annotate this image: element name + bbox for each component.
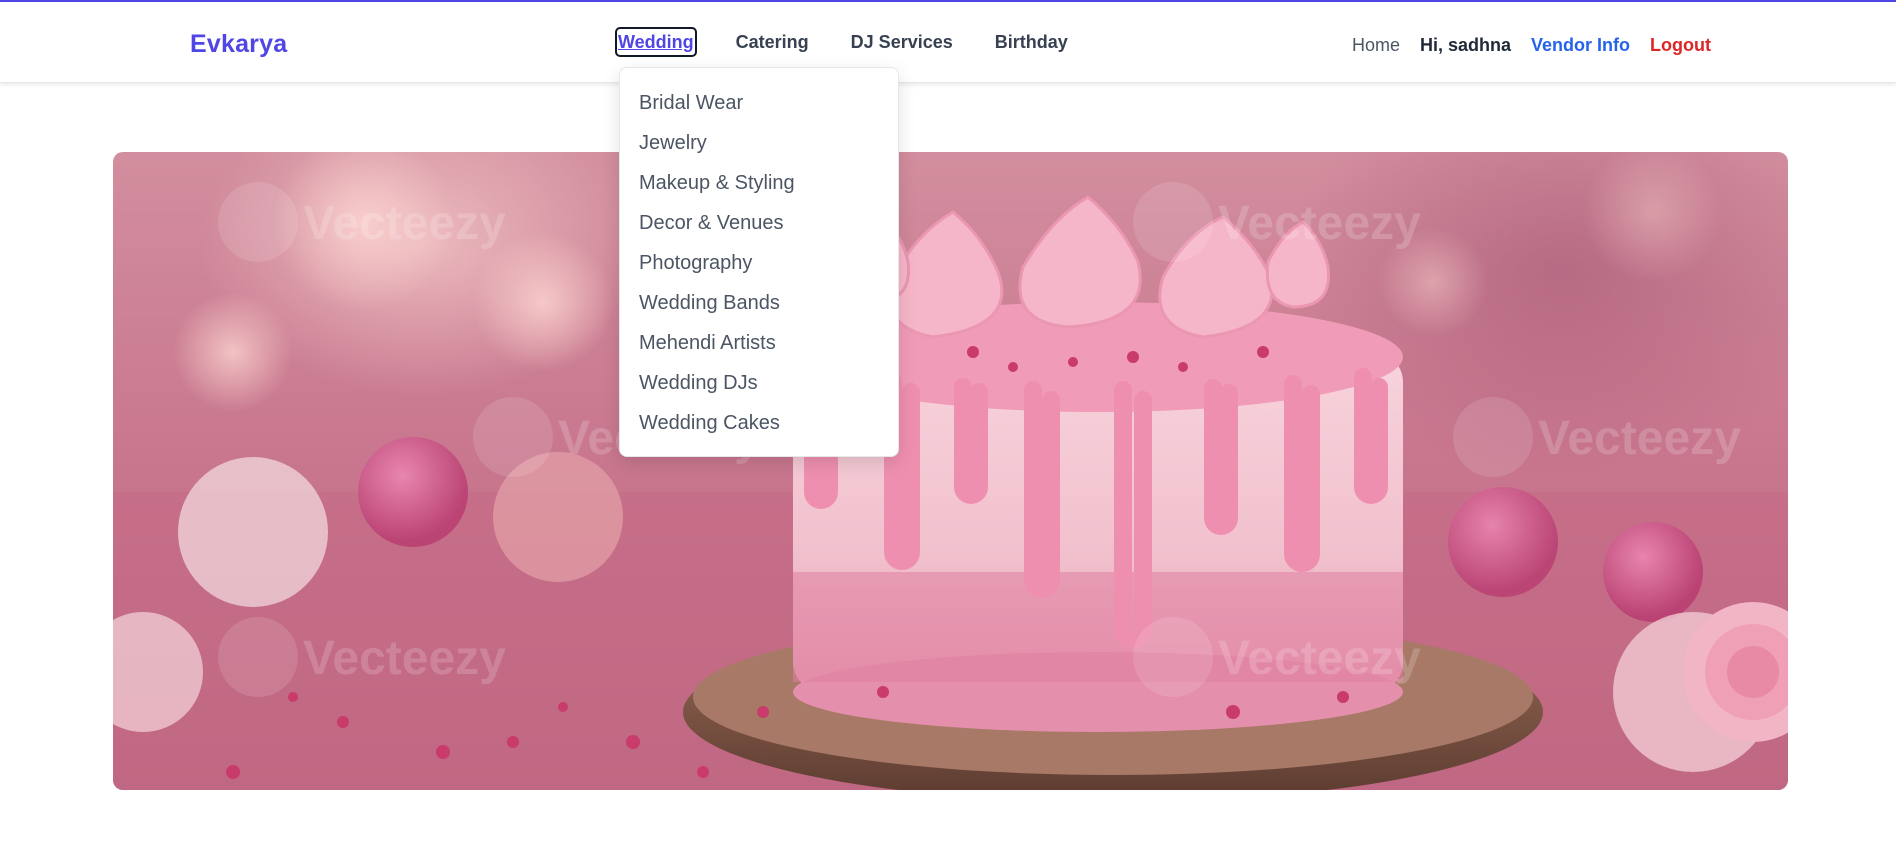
hero-banner-image: Vecteezy Vecteezy Vecteezy Vecteezy Vect… [113,152,1788,790]
nav-wedding[interactable]: Wedding [615,27,697,57]
watermark-text: Vecteezy [1538,412,1741,465]
logout-button[interactable]: Logout [1650,32,1711,58]
dropdown-item-makeup-styling[interactable]: Makeup & Styling [620,163,898,203]
nav-dj-services[interactable]: DJ Services [850,29,954,55]
main-nav: Wedding Catering DJ Services Birthday [615,27,1109,57]
dropdown-item-photography[interactable]: Photography [620,243,898,283]
watermark-text: Vecteezy [1218,197,1421,250]
dropdown-item-wedding-bands[interactable]: Wedding Bands [620,283,898,323]
home-link[interactable]: Home [1352,32,1400,58]
dropdown-item-wedding-djs[interactable]: Wedding DJs [620,363,898,403]
watermark-text: Vecteezy [303,632,506,685]
nav-birthday[interactable]: Birthday [994,29,1069,55]
vendor-info-link[interactable]: Vendor Info [1531,32,1630,58]
watermark-text: Vecteezy [1218,632,1421,685]
wedding-dropdown-menu: Bridal Wear Jewelry Makeup & Styling Dec… [619,67,899,457]
watermark-text: Vecteezy [303,197,506,250]
dropdown-item-jewelry[interactable]: Jewelry [620,123,898,163]
dropdown-item-decor-venues[interactable]: Decor & Venues [620,203,898,243]
dropdown-item-bridal-wear[interactable]: Bridal Wear [620,83,898,123]
user-greeting: Hi, sadhna [1419,35,1512,55]
brand-logo[interactable]: Evkarya [190,30,287,59]
nav-catering[interactable]: Catering [735,29,810,55]
dropdown-item-wedding-cakes[interactable]: Wedding Cakes [620,403,898,443]
dropdown-item-mehendi-artists[interactable]: Mehendi Artists [620,323,898,363]
user-nav: Home Hi, sadhna Vendor Info Logout [1332,32,1711,58]
site-header: Evkarya Wedding Catering DJ Services Bir… [0,2,1896,83]
pink-cake-illustration: Vecteezy Vecteezy Vecteezy Vecteezy Vect… [113,152,1788,790]
